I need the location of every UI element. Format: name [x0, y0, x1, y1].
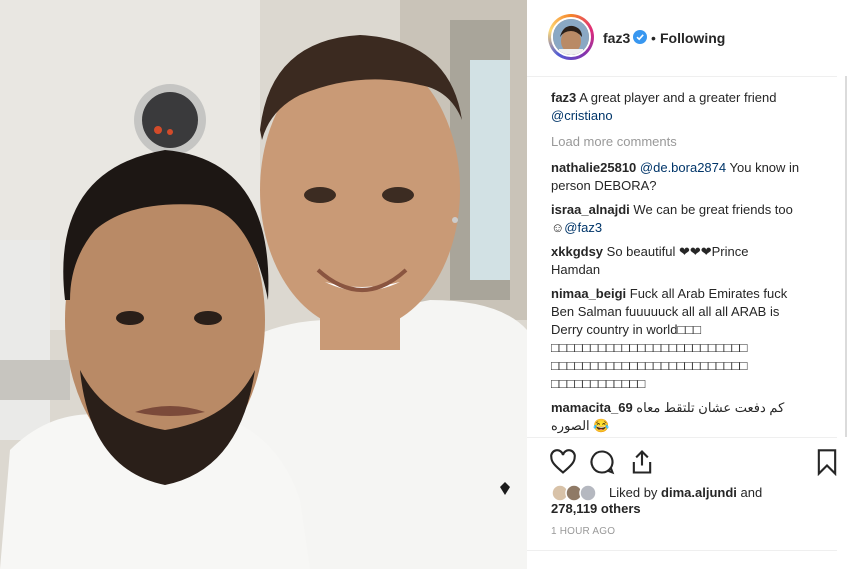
caption: faz3 A great player and a greater friend…: [551, 89, 801, 125]
comment-username[interactable]: mamacita_69: [551, 400, 633, 415]
comment-item: nathalie25810 @de.bora2874 You know in p…: [551, 159, 801, 195]
comment-text: Fuck all Arab Emirates fuck Ben Salman f…: [551, 286, 788, 391]
comment-item: mamacita_69 کم دفعت عشان تلتقط معاه الصو…: [551, 399, 801, 435]
comment-item: nimaa_beigi Fuck all Arab Emirates fuck …: [551, 285, 801, 393]
caption-text: A great player and a greater friend: [579, 90, 777, 105]
divider: [527, 550, 837, 551]
comment-username[interactable]: nimaa_beigi: [551, 286, 626, 301]
comment-item: xkkgdsy So beautiful ❤❤❤Prince Hamdan: [551, 243, 801, 279]
post-photo[interactable]: [0, 0, 527, 569]
post-sidebar: faz3 • Following faz3 A great player and…: [527, 0, 847, 569]
comment-username[interactable]: israa_alnajdi: [551, 202, 630, 217]
comment-mention[interactable]: @de.bora2874: [640, 160, 726, 175]
bookmark-icon[interactable]: [813, 448, 841, 476]
caption-username[interactable]: faz3: [551, 90, 576, 105]
following-button[interactable]: Following: [660, 30, 725, 46]
caption-mention[interactable]: @cristiano: [551, 108, 613, 123]
selfie-photo-illustration: [0, 0, 527, 569]
comment-username[interactable]: nathalie25810: [551, 160, 636, 175]
load-more-comments-button[interactable]: Load more comments: [551, 133, 677, 151]
post-timestamp[interactable]: 1 HOUR AGO: [551, 526, 615, 537]
comment-icon[interactable]: [588, 448, 616, 476]
liked-by-prefix: Liked by: [609, 485, 658, 500]
wall-clock: [134, 84, 206, 156]
comment-mention[interactable]: @faz3: [564, 220, 602, 235]
avatar-image: [553, 19, 589, 55]
header-separator: •: [651, 30, 656, 46]
post-header: faz3 • Following: [527, 0, 837, 77]
share-icon[interactable]: [628, 448, 656, 476]
avatar[interactable]: [551, 17, 591, 57]
comment-item: israa_alnajdi We can be great friends to…: [551, 201, 801, 237]
comment-username[interactable]: xkkgdsy: [551, 244, 603, 259]
header-username[interactable]: faz3: [603, 30, 630, 46]
liked-by-user[interactable]: dima.aljundi: [661, 485, 737, 500]
heart-icon[interactable]: [549, 448, 577, 476]
verified-badge-icon: [633, 30, 647, 44]
instagram-post: faz3 • Following faz3 A great player and…: [0, 0, 847, 569]
liked-by-conjunction: and: [740, 485, 763, 500]
comments-list: faz3 A great player and a greater friend…: [551, 89, 821, 435]
likes-count[interactable]: 278,119 others: [551, 500, 641, 518]
story-ring[interactable]: [548, 14, 594, 60]
action-bar: [527, 437, 837, 488]
